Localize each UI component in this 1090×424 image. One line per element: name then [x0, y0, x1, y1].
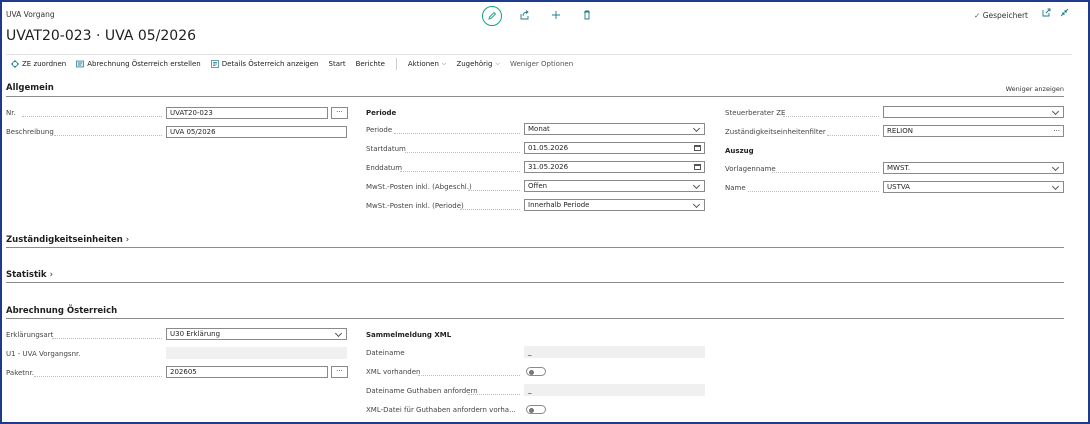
dots	[783, 116, 879, 117]
name-label: Name	[725, 184, 746, 192]
dots	[400, 171, 520, 172]
page-title: UVAT20-023 · UVA 05/2026	[6, 28, 197, 44]
assign-ze-button[interactable]: ZE zuordnen	[6, 55, 71, 73]
credit-file-name-label: Dateiname Guthaben anfordern	[366, 387, 478, 395]
divider	[6, 247, 1064, 248]
create-calculation-button[interactable]: Abrechnung Österreich erstellen	[71, 55, 206, 73]
vat-period-select[interactable]: Innerhalb Periode	[524, 199, 705, 211]
divider	[6, 96, 1064, 97]
chevron-down-icon: ⌵	[495, 60, 500, 67]
dots	[460, 209, 520, 210]
file-name-label: Dateiname	[366, 349, 405, 357]
period-select[interactable]: Monat	[524, 123, 705, 135]
chevron-right-icon: ›	[125, 235, 130, 245]
dots	[418, 375, 520, 376]
responsibility-filter-label: Zuständigkeitseinheitenfilter	[725, 128, 826, 136]
show-details-button[interactable]: Details Österreich anzeigen	[206, 55, 324, 73]
start-date-label: Startdatum	[366, 145, 406, 153]
period-label: Periode	[366, 126, 393, 134]
period-heading: Periode	[366, 109, 397, 117]
xml-exists-toggle[interactable]	[526, 367, 546, 376]
breadcrumb: UVA Vorgang	[6, 10, 55, 19]
nr-field[interactable]: UVAT20-023	[166, 107, 328, 119]
nr-lookup-button[interactable]: ···	[331, 107, 348, 119]
xml-credit-exists-label: XML-Datei für Guthaben anfordern vorha..…	[366, 406, 516, 414]
page-frame: UVA Vorgang UVAT20-023 · UVA 05/2026 ✓ G…	[0, 0, 1090, 424]
calendar-icon[interactable]	[694, 164, 701, 170]
calculation-icon	[76, 60, 85, 68]
assign-icon	[11, 60, 19, 68]
end-date-label: Enddatum	[366, 164, 403, 172]
tax-advisor-select[interactable]	[883, 106, 1064, 118]
vat-closed-label: MwSt.-Posten inkl. (Abgeschl.)	[366, 183, 472, 191]
u1-number-field	[166, 347, 347, 359]
actions-menu[interactable]: Aktionen ⌵	[403, 55, 452, 73]
section-general-title[interactable]: Allgemein	[6, 83, 54, 93]
dots	[748, 191, 879, 192]
dots	[394, 133, 520, 134]
xml-exists-label: XML vorhanden	[366, 368, 421, 376]
package-nr-label: Paketnr.	[6, 369, 34, 377]
dots	[54, 135, 162, 136]
dots	[827, 135, 879, 136]
dots	[468, 190, 520, 191]
delete-icon[interactable]	[577, 5, 597, 25]
dots	[772, 172, 879, 173]
dots	[52, 338, 162, 339]
collapse-icon[interactable]	[1060, 8, 1069, 19]
add-icon[interactable]	[546, 5, 566, 25]
vat-closed-select[interactable]: Offen	[524, 180, 705, 192]
u1-number-label: U1 - UVA Vorgangsnr.	[6, 350, 81, 358]
responsibility-filter-field[interactable]: RELION ···	[883, 125, 1064, 137]
start-date-field[interactable]: 01.05.2026	[524, 142, 705, 154]
end-date-field[interactable]: 31.05.2026	[524, 161, 705, 173]
template-name-select[interactable]: MWST.	[883, 162, 1064, 174]
section-responsibility[interactable]: Zuständigkeitseinheiten ›	[6, 235, 129, 245]
reports-menu[interactable]: Berichte	[351, 55, 390, 73]
edit-icon[interactable]	[482, 6, 502, 26]
saved-status: ✓ Gespeichert	[974, 11, 1028, 20]
dots	[468, 394, 520, 395]
open-new-window-icon[interactable]	[1042, 8, 1051, 19]
tax-advisor-label: Steuerberater ZE	[725, 109, 786, 117]
extract-heading: Auszug	[725, 147, 754, 155]
credit-file-name-field: _	[524, 384, 705, 396]
show-less-link[interactable]: Weniger anzeigen	[1006, 85, 1064, 93]
action-bar: ZE zuordnen Abrechnung Österreich erstel…	[6, 54, 1072, 73]
fewer-options-button[interactable]: Weniger Optionen	[505, 55, 578, 73]
vat-period-label: MwSt.-Posten inkl. (Periode)	[366, 202, 464, 210]
xml-credit-exists-toggle[interactable]	[526, 405, 546, 414]
chevron-right-icon: ›	[49, 270, 53, 280]
dots	[405, 152, 520, 153]
divider	[395, 58, 397, 70]
divider	[6, 282, 1064, 283]
package-nr-field[interactable]: 202605	[166, 366, 328, 378]
description-label: Beschreibung	[6, 128, 54, 136]
file-name-field: _	[524, 346, 705, 358]
description-field[interactable]: UVA 05/2026	[166, 126, 347, 138]
start-menu[interactable]: Start	[324, 55, 351, 73]
nr-label: Nr.	[6, 109, 16, 117]
section-austria-title[interactable]: Abrechnung Österreich	[6, 306, 117, 316]
chevron-down-icon: ⌵	[441, 60, 447, 67]
share-icon[interactable]	[515, 5, 535, 25]
details-icon	[210, 60, 219, 68]
dots	[22, 116, 162, 117]
declaration-type-label: Erklärungsart	[6, 331, 54, 339]
template-name-label: Vorlagenname	[725, 165, 776, 173]
check-icon: ✓	[974, 11, 981, 20]
declaration-type-select[interactable]: U30 Erklärung	[166, 328, 347, 340]
package-nr-lookup-button[interactable]: ···	[331, 366, 348, 378]
dots	[34, 376, 162, 377]
calendar-icon[interactable]	[694, 145, 701, 151]
lookup-ellipsis-icon[interactable]: ···	[1053, 126, 1060, 136]
name-select[interactable]: USTVA	[883, 181, 1064, 193]
divider	[6, 318, 1064, 319]
related-menu[interactable]: Zugehörig ⌵	[451, 55, 505, 73]
xml-heading: Sammelmeldung XML	[366, 331, 452, 339]
section-statistics[interactable]: Statistik ›	[6, 270, 53, 280]
